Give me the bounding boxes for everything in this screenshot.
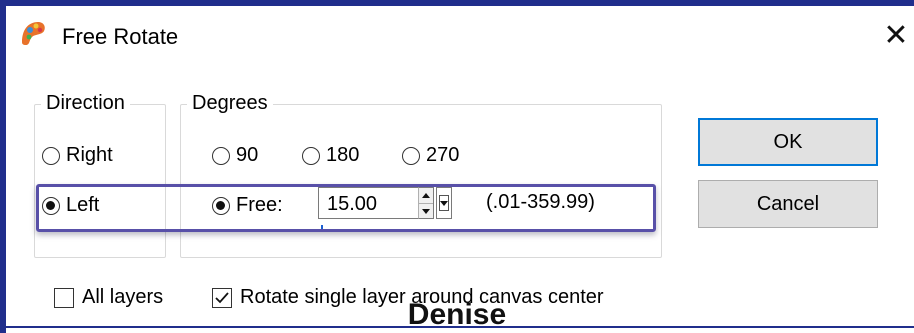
degrees-270-option[interactable]: 270 xyxy=(402,144,459,167)
degrees-180-radio[interactable] xyxy=(302,146,320,165)
degrees-270-label: 270 xyxy=(426,144,460,166)
paintshop-pro-app-icon xyxy=(22,22,45,45)
degrees-90-label: 90 xyxy=(236,144,259,166)
direction-right-option[interactable]: Right xyxy=(42,144,113,167)
degrees-180-label: 180 xyxy=(326,144,360,166)
degrees-group: Degrees xyxy=(180,92,662,258)
degrees-90-radio[interactable] xyxy=(212,146,230,165)
direction-right-label: Right xyxy=(66,144,113,166)
close-icon: ✕ xyxy=(883,19,909,52)
window-title: Free Rotate xyxy=(62,24,179,49)
annotation-highlight-box xyxy=(36,184,656,232)
degrees-270-radio[interactable] xyxy=(402,146,420,165)
degrees-group-label: Degrees xyxy=(187,92,273,115)
degrees-180-option[interactable]: 180 xyxy=(302,144,359,167)
direction-group-label: Direction xyxy=(41,92,130,115)
free-rotate-dialog: Free Rotate ✕ Direction Right Left Degre… xyxy=(6,6,914,326)
cancel-button[interactable]: Cancel xyxy=(698,180,878,228)
watermark-text: Denise xyxy=(407,298,507,331)
degrees-90-option[interactable]: 90 xyxy=(212,144,258,167)
title-bar[interactable]: Free Rotate ✕ xyxy=(6,6,914,68)
ok-button[interactable]: OK xyxy=(698,118,878,166)
close-button[interactable]: ✕ xyxy=(878,18,914,54)
direction-group: Direction xyxy=(34,92,166,258)
direction-right-radio[interactable] xyxy=(42,146,60,165)
